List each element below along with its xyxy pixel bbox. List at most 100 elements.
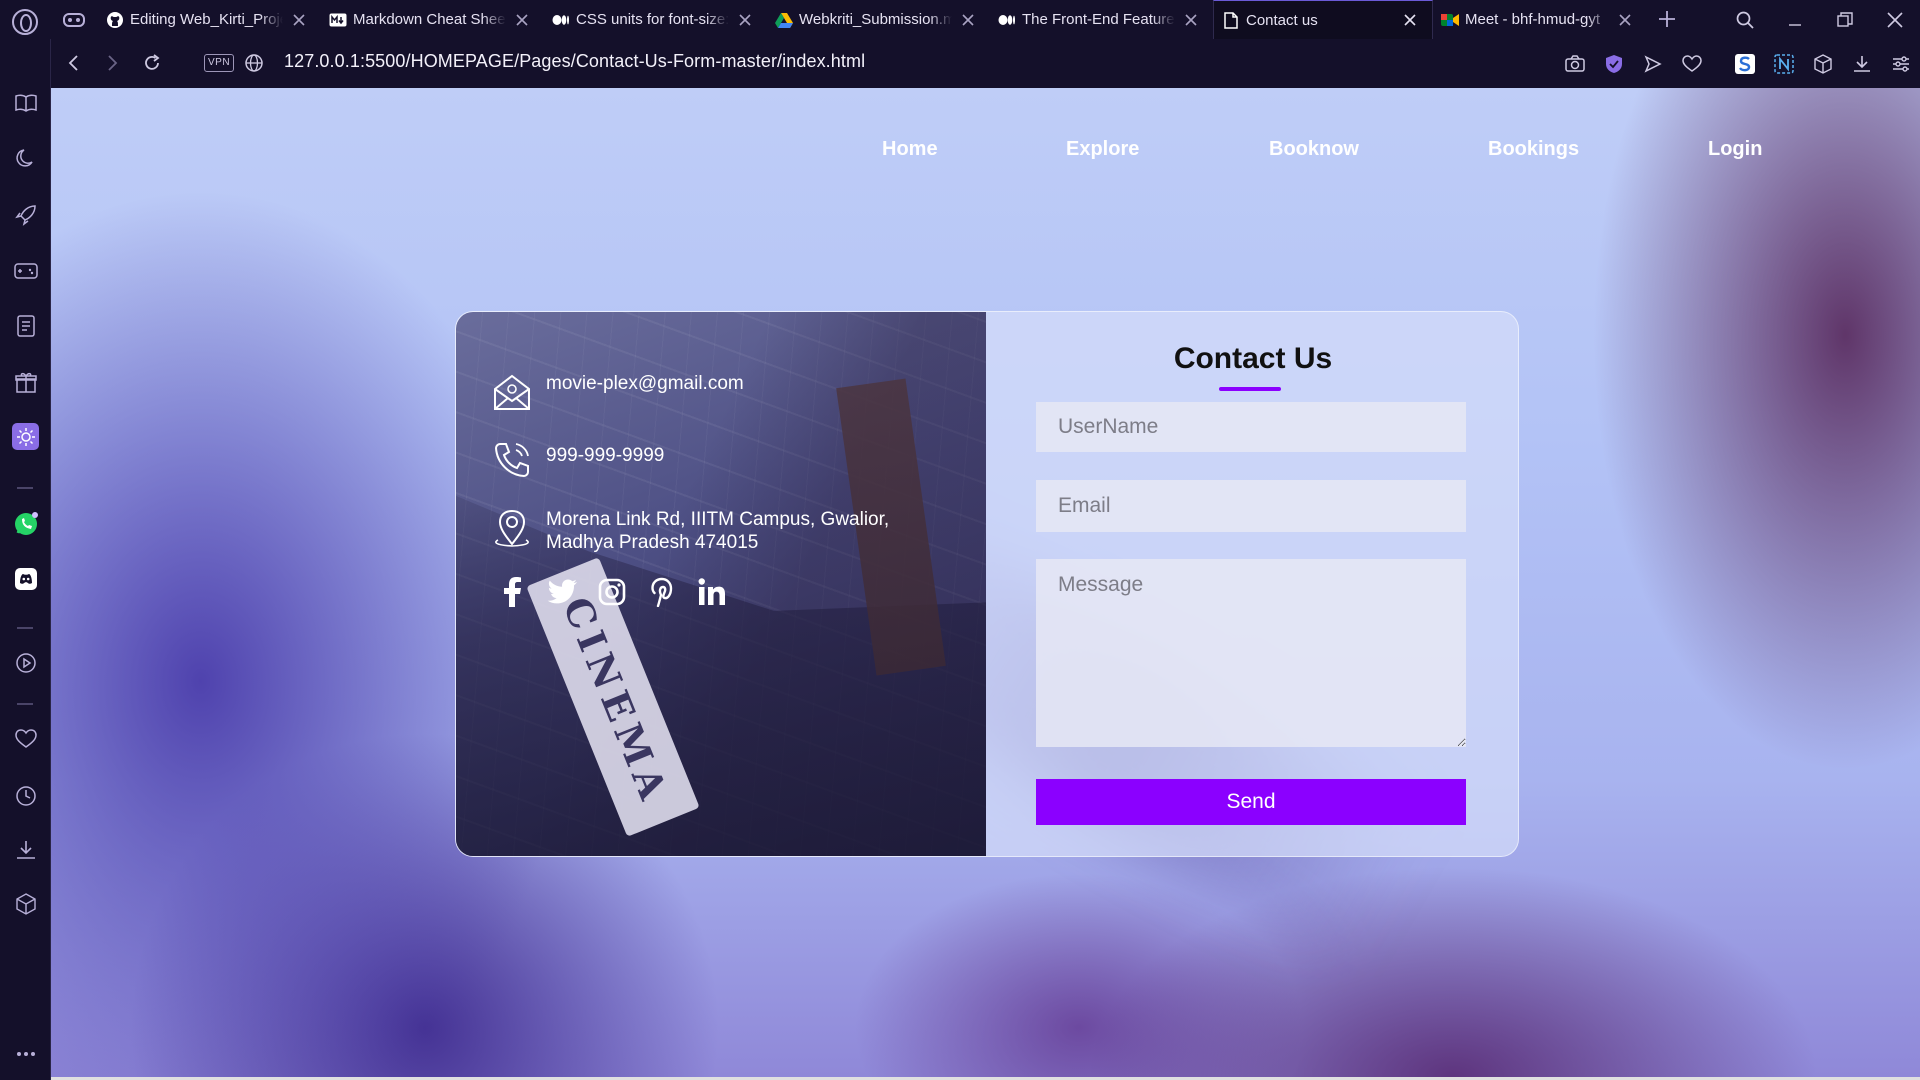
contact-address: Morena Link Rd, IIITM Campus, Gwalior, M… — [546, 508, 889, 554]
tab-editing-web-kirti[interactable]: Editing Web_Kirti_Proje — [98, 0, 321, 39]
contact-info-panel: CINEMA movie-plex@gmail.com 999-999-9999… — [456, 312, 986, 856]
heart-sidebar-icon[interactable] — [12, 725, 39, 752]
tab-title: The Front-End Features — [1022, 11, 1175, 28]
rocket-icon[interactable] — [12, 201, 39, 228]
tab-contact-us[interactable]: Contact us — [1213, 0, 1433, 39]
shield-icon[interactable] — [1594, 39, 1633, 88]
google-meet-icon — [1441, 11, 1459, 29]
close-tab-icon[interactable] — [1617, 12, 1633, 28]
tab-bar: Editing Web_Kirti_Proje Markdown Cheat S… — [0, 0, 1920, 39]
page-viewport: Home Explore Booknow Bookings Login CINE… — [51, 88, 1920, 1077]
site-nav: Home Explore Booknow Bookings Login — [51, 88, 1920, 188]
instagram-icon[interactable] — [596, 576, 628, 608]
more-options-icon[interactable] — [12, 1040, 39, 1067]
whatsapp-icon[interactable] — [12, 510, 39, 537]
vpn-badge[interactable]: VPN — [204, 54, 235, 72]
tab-title: Markdown Cheat Sheet — [353, 11, 506, 28]
pinterest-icon[interactable] — [646, 576, 678, 608]
new-tab-plus-icon[interactable] — [1656, 8, 1678, 30]
contact-email-row: movie-plex@gmail.com — [492, 372, 744, 412]
opera-logo-icon[interactable] — [12, 9, 38, 35]
back-icon[interactable] — [63, 52, 85, 74]
cube-icon[interactable] — [1803, 39, 1842, 88]
linkedin-icon[interactable] — [696, 576, 728, 608]
tab-title: Meet - bhf-hmud-gyt — [1465, 11, 1601, 28]
heart-icon[interactable] — [1672, 39, 1711, 88]
tab-css-units[interactable]: CSS units for font-size: — [544, 0, 767, 39]
address-line-1: Morena Link Rd, IIITM Campus, Gwalior, — [546, 509, 890, 530]
extensions-cube-icon[interactable] — [12, 890, 39, 917]
nav-bookings-link[interactable]: Bookings — [1488, 138, 1579, 161]
nav-booknow-link[interactable]: Booknow — [1269, 138, 1359, 161]
sidebar-separator — [17, 487, 33, 489]
moon-icon[interactable] — [12, 144, 39, 171]
medium-icon — [998, 11, 1016, 29]
tab-search-icon[interactable] — [1720, 0, 1770, 39]
restore-icon[interactable] — [1820, 0, 1870, 39]
message-textarea[interactable] — [1036, 559, 1466, 747]
email-input[interactable] — [1036, 480, 1466, 532]
tab-front-end-features[interactable]: The Front-End Features — [990, 0, 1213, 39]
github-icon — [106, 11, 124, 29]
gift-icon[interactable] — [12, 368, 39, 395]
toolbar-extensions — [1555, 39, 1920, 88]
contact-phone[interactable]: 999-999-9999 — [546, 444, 664, 467]
n-extension-icon[interactable] — [1764, 39, 1803, 88]
facebook-icon[interactable] — [496, 576, 528, 608]
gamepad-icon[interactable] — [12, 257, 39, 284]
sidebar-separator — [17, 703, 33, 705]
downloads-icon[interactable] — [12, 836, 39, 863]
tab-title: CSS units for font-size: — [576, 11, 729, 28]
contact-phone-row: 999-999-9999 — [492, 440, 664, 480]
tab-strip: Editing Web_Kirti_Proje Markdown Cheat S… — [98, 0, 1647, 39]
url-field[interactable]: 127.0.0.1:5500/HOMEPAGE/Pages/Contact-Us… — [284, 51, 865, 72]
tab-markdown-cheat-sheet[interactable]: Markdown Cheat Sheet — [321, 0, 544, 39]
close-tab-icon[interactable] — [737, 12, 753, 28]
twitter-icon[interactable] — [546, 576, 578, 608]
google-drive-icon — [775, 11, 793, 29]
player-icon[interactable] — [12, 649, 39, 676]
tab-google-meet[interactable]: Meet - bhf-hmud-gyt — [1433, 0, 1647, 39]
minimize-icon[interactable] — [1770, 0, 1820, 39]
contact-form-panel: Contact Us Send — [986, 312, 1518, 856]
send-arrow-icon[interactable] — [1633, 39, 1672, 88]
history-clock-icon[interactable] — [12, 782, 39, 809]
separator — [1711, 39, 1725, 88]
close-tab-icon[interactable] — [1183, 12, 1199, 28]
close-window-icon[interactable] — [1870, 0, 1920, 39]
phone-icon — [494, 443, 529, 478]
notes-icon[interactable] — [12, 312, 39, 339]
s-extension-icon[interactable] — [1725, 39, 1764, 88]
forward-icon[interactable] — [101, 52, 123, 74]
close-tab-icon[interactable] — [1402, 12, 1418, 28]
address-bar-row: VPN 127.0.0.1:5500/HOMEPAGE/Pages/Contac… — [51, 39, 1920, 88]
discord-icon[interactable] — [12, 565, 39, 592]
tab-islands-icon[interactable] — [62, 9, 86, 31]
sidebar — [0, 39, 51, 1080]
theme-sun-icon[interactable] — [12, 423, 39, 450]
nav-explore-link[interactable]: Explore — [1066, 138, 1139, 161]
send-button[interactable]: Send — [1036, 779, 1466, 825]
close-tab-icon[interactable] — [960, 12, 976, 28]
username-input[interactable] — [1036, 402, 1466, 452]
markdown-icon — [329, 11, 347, 29]
window-controls — [1720, 0, 1920, 39]
download-icon[interactable] — [1842, 39, 1881, 88]
sidebar-separator — [17, 627, 33, 629]
snapshot-camera-icon[interactable] — [1555, 39, 1594, 88]
nav-login-link[interactable]: Login — [1708, 138, 1762, 161]
close-tab-icon[interactable] — [514, 12, 530, 28]
nav-home-link[interactable]: Home — [882, 138, 938, 161]
contact-address-row: Morena Link Rd, IIITM Campus, Gwalior, M… — [492, 508, 889, 554]
tab-webkriti-submission[interactable]: Webkriti_Submission.m — [767, 0, 990, 39]
contact-email[interactable]: movie-plex@gmail.com — [546, 372, 744, 395]
reload-icon[interactable] — [141, 52, 163, 74]
bookmarks-icon[interactable] — [12, 89, 39, 116]
close-tab-icon[interactable] — [291, 12, 307, 28]
tab-title: Contact us — [1246, 11, 1318, 29]
globe-icon[interactable] — [244, 53, 264, 73]
tab-title: Editing Web_Kirti_Proje — [130, 11, 283, 28]
medium-icon — [552, 11, 570, 29]
easy-setup-icon[interactable] — [1881, 39, 1920, 88]
title-underline — [1219, 387, 1281, 391]
